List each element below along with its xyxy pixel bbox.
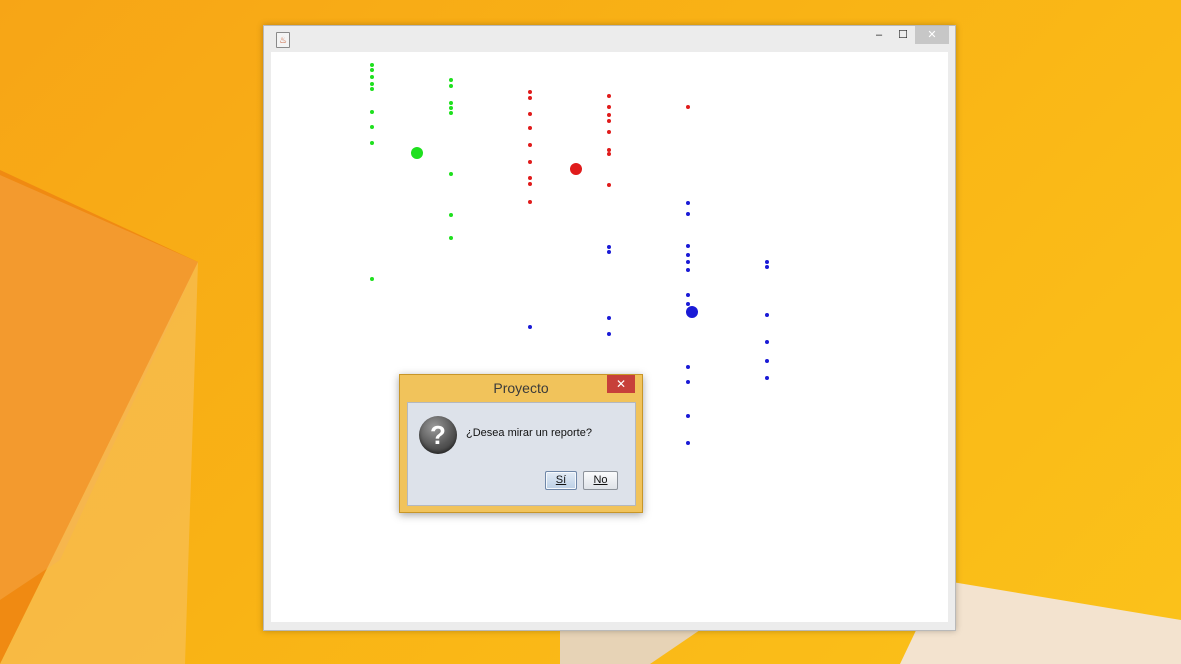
dialog-title[interactable]: Proyecto xyxy=(400,375,642,401)
blue-dot-column-2 xyxy=(686,201,690,445)
blue-large-dot xyxy=(686,306,698,318)
confirm-dialog[interactable]: Proyecto ✕ ? ¿Desea mirar un reporte? Sí… xyxy=(399,374,643,513)
maximize-button[interactable]: ☐ xyxy=(892,26,914,44)
yes-button[interactable]: Sí xyxy=(545,471,577,490)
blue-dot-column-1 xyxy=(528,245,611,336)
red-large-dot xyxy=(570,163,582,175)
question-icon: ? xyxy=(419,416,457,454)
title-bar[interactable]: ♨ – ☐ ✕ xyxy=(264,26,955,52)
main-window[interactable]: ♨ – ☐ ✕ xyxy=(263,25,956,631)
green-dot-column-2 xyxy=(449,78,453,240)
dots-canvas xyxy=(370,63,769,445)
no-button[interactable]: No xyxy=(583,471,618,490)
java-cup-icon: ♨ xyxy=(276,32,290,48)
dialog-body: ? ¿Desea mirar un reporte? Sí No xyxy=(407,402,636,506)
close-button[interactable]: ✕ xyxy=(915,26,949,44)
red-dot-column-1 xyxy=(528,90,532,204)
red-dot-column-2 xyxy=(607,94,690,187)
green-dot-column-1 xyxy=(370,63,374,281)
green-large-dot xyxy=(411,147,423,159)
blue-dot-column-3 xyxy=(765,260,769,380)
dialog-close-button[interactable]: ✕ xyxy=(607,375,635,393)
dialog-message: ¿Desea mirar un reporte? xyxy=(466,427,592,439)
desktop: ♨ – ☐ ✕ Proyecto ✕ ? ¿Desea mirar un rep… xyxy=(0,0,1181,664)
drawing-canvas xyxy=(271,52,948,622)
minimize-button[interactable]: – xyxy=(868,26,890,44)
